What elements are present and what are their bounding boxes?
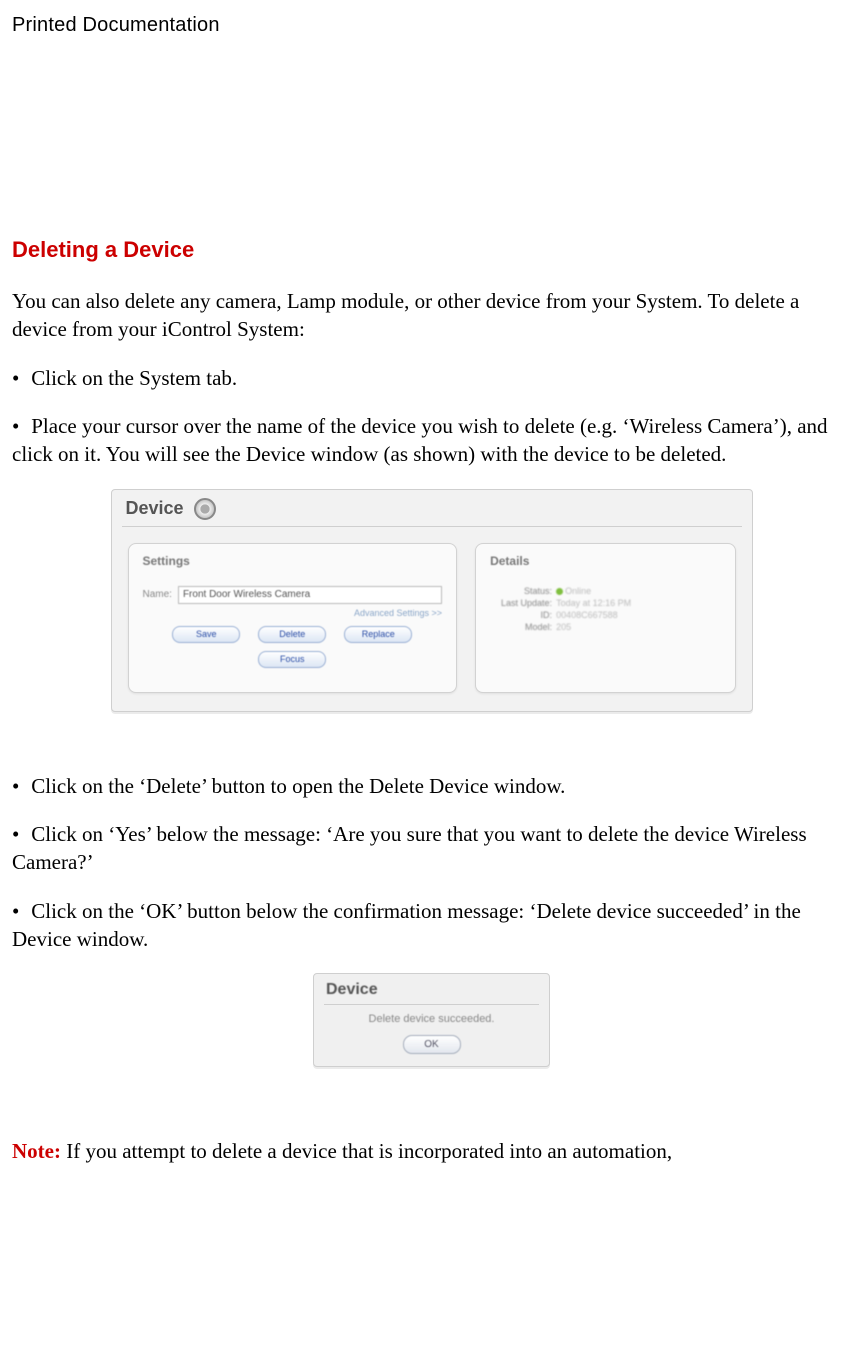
status-value: Online <box>556 586 591 596</box>
note-text: If you attempt to delete a device that i… <box>61 1139 672 1163</box>
bullet-3-text: Click on the ‘Delete’ button to open the… <box>31 774 565 798</box>
note-label: Note: <box>12 1139 61 1163</box>
bullet-4: • Click on ‘Yes’ below the message: ‘Are… <box>12 820 851 877</box>
section-title: Deleting a Device <box>12 237 851 263</box>
confirmation-message: Delete device succeeded. <box>314 1005 549 1031</box>
camera-icon <box>194 498 216 520</box>
name-label: Name: <box>143 589 172 600</box>
bullet-3: • Click on the ‘Delete’ button to open t… <box>12 772 851 800</box>
model-value: 205 <box>556 622 571 632</box>
confirmation-dialog-figure: Device Delete device succeeded. OK <box>313 973 550 1067</box>
model-label: Model: <box>490 622 552 632</box>
details-panel-title: Details <box>490 554 720 568</box>
bullet-4-text: Click on ‘Yes’ below the message: ‘Are y… <box>12 822 807 874</box>
id-value: 00408C667588 <box>556 610 618 620</box>
save-button[interactable]: Save <box>172 626 240 643</box>
id-label: ID: <box>490 610 552 620</box>
status-dot-icon <box>556 588 563 595</box>
last-update-value: Today at 12:16 PM <box>556 598 631 608</box>
device-window-figure: Device Settings Name: Front Door Wireles… <box>111 489 753 712</box>
status-label: Status: <box>490 586 552 596</box>
page-header: Printed Documentation <box>12 14 851 37</box>
bullet-2: • Place your cursor over the name of the… <box>12 412 851 469</box>
focus-button[interactable]: Focus <box>258 651 326 668</box>
replace-button[interactable]: Replace <box>344 626 412 643</box>
intro-paragraph: You can also delete any camera, Lamp mod… <box>12 287 851 344</box>
settings-panel-title: Settings <box>143 554 443 568</box>
delete-button[interactable]: Delete <box>258 626 326 643</box>
device-window-title: Device <box>126 498 184 519</box>
confirmation-title: Device <box>314 974 549 1004</box>
note-paragraph: Note: If you attempt to delete a device … <box>12 1137 851 1165</box>
ok-button[interactable]: OK <box>403 1035 461 1054</box>
details-panel: Details Status: Online Last Update: Toda… <box>475 543 735 693</box>
last-update-label: Last Update: <box>490 598 552 608</box>
bullet-1-text: Click on the System tab. <box>31 366 237 390</box>
name-input[interactable]: Front Door Wireless Camera <box>178 586 442 604</box>
bullet-1: • Click on the System tab. <box>12 364 851 392</box>
bullet-5-text: Click on the ‘OK’ button below the confi… <box>12 899 801 951</box>
advanced-settings-link[interactable]: Advanced Settings >> <box>143 608 443 618</box>
bullet-5: • Click on the ‘OK’ button below the con… <box>12 897 851 954</box>
settings-panel: Settings Name: Front Door Wireless Camer… <box>128 543 458 693</box>
bullet-2-text: Place your cursor over the name of the d… <box>12 414 828 466</box>
